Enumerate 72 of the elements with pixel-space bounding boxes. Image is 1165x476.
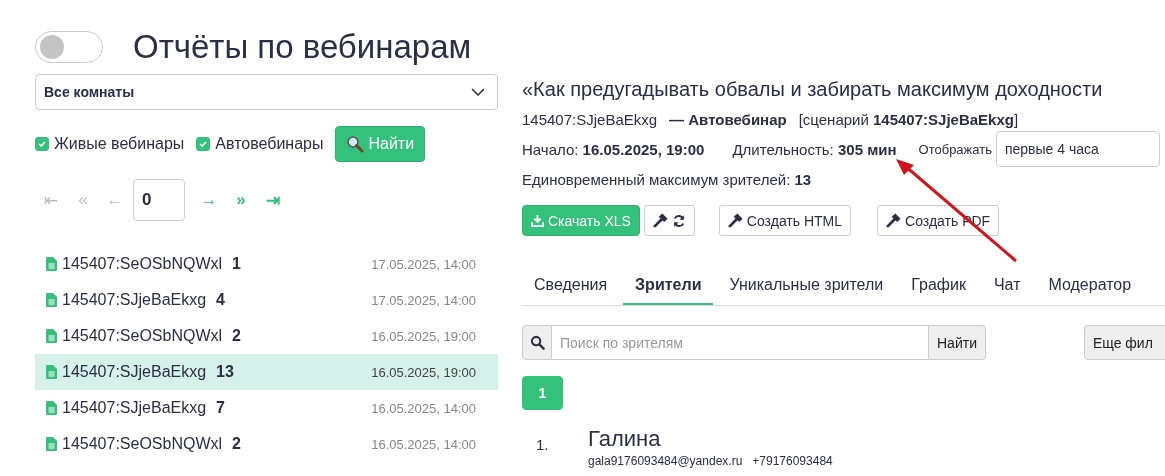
checkbox[interactable]	[196, 137, 211, 151]
viewer-count: 13	[216, 363, 234, 381]
webinar-name: 145407:SJjeBaEkxg	[62, 291, 207, 309]
start-text: Начало: 16.05.2025, 19:00	[522, 140, 705, 158]
viewer-count: 2	[232, 435, 241, 453]
search-button[interactable]: Найти	[928, 325, 986, 360]
file-icon	[46, 437, 57, 451]
webinar-row[interactable]: 145407:SeOSbNQWxl 2 16.05.2025, 19:00	[35, 318, 498, 354]
tab[interactable]: Уникальные зрители	[717, 268, 896, 305]
tab[interactable]: Сведения	[522, 268, 620, 305]
download-icon	[531, 214, 544, 227]
viewer-email: gala9176093484@yandex.ru	[588, 454, 743, 468]
checkbox-label: Автовебинары	[215, 135, 324, 153]
webinar-row[interactable]: 145407:SJjeBaEkxg 4 17.05.2025, 14:00	[35, 282, 498, 318]
tab[interactable]: Модератор	[1036, 268, 1144, 305]
room-select[interactable]: Все комнаты	[35, 74, 498, 110]
more-filters-button[interactable]: Еще фил	[1083, 325, 1165, 360]
create-button[interactable]: Создать HTML	[718, 205, 852, 236]
scenario-text: [сценарий 145407:SJjeBaEkxg]	[798, 110, 1019, 128]
webinar-date: 17.05.2025, 14:00	[371, 256, 476, 272]
tab[interactable]: Чат	[981, 268, 1033, 305]
page-number-field[interactable]: 0	[133, 179, 185, 221]
webinar-date: 16.05.2025, 19:00	[371, 364, 476, 380]
webinar-id: 145407:SJjeBaEkxg	[522, 110, 658, 128]
search-icon	[522, 325, 552, 360]
file-icon	[46, 401, 57, 415]
file-icon	[46, 329, 57, 343]
checkbox[interactable]	[35, 137, 49, 151]
rebuild-button[interactable]	[643, 205, 695, 236]
check-icon	[37, 139, 47, 149]
webinar-date: 16.05.2025, 14:00	[371, 400, 476, 416]
checkbox-label: Живые вебинары	[54, 135, 185, 153]
webinar-row[interactable]: 145407:SJjeBaEkxg 7 16.05.2025, 14:00	[35, 390, 498, 426]
max-viewers-text: Единовременный максимум зрителей: 13	[522, 170, 812, 188]
page-title: Отчёты по вебинарам	[133, 28, 472, 66]
check-icon	[198, 139, 209, 149]
viewer-count: 4	[216, 291, 225, 309]
viewer-name: Галина	[588, 426, 662, 452]
toggle-switch[interactable]	[35, 31, 103, 63]
webinar-row[interactable]: 145407:SeOSbNQWxl 2 16.05.2025, 14:00	[35, 426, 498, 462]
webinar-type: — Автовебинар	[669, 110, 787, 128]
file-icon	[46, 257, 57, 271]
viewer-count: 1	[232, 255, 241, 273]
webinar-row[interactable]: 145407:SeOSbNQWxl 1 17.05.2025, 14:00	[35, 246, 498, 282]
hammer-icon	[652, 213, 668, 228]
webinar-name: 145407:SeOSbNQWxl	[62, 255, 223, 273]
tab[interactable]: График	[899, 268, 978, 305]
search-field[interactable]: Поиск по зрителям	[552, 325, 928, 360]
viewer-count: 2	[232, 327, 241, 345]
chevron-icon	[471, 88, 485, 96]
webinar-row[interactable]: 145407:SJjeBaEkxg 13 16.05.2025, 19:00	[35, 354, 498, 390]
viewer-phone: +79176093484	[752, 454, 833, 468]
webinar-date: 16.05.2025, 14:00	[371, 436, 476, 452]
webinar-date: 16.05.2025, 19:00	[371, 328, 476, 344]
viewer-number: 1.	[535, 435, 550, 455]
tab[interactable]: Зрители	[623, 268, 714, 305]
hammer-icon	[727, 213, 743, 228]
duration-text: Длительность: 305 мин	[732, 140, 897, 158]
file-icon	[46, 365, 57, 379]
webinar-name: 145407:SJjeBaEkxg	[62, 363, 207, 381]
webinar-name: 145407:SeOSbNQWxl	[62, 435, 223, 453]
viewer-count: 7	[216, 399, 225, 417]
hammer-icon	[886, 213, 902, 228]
display-label: Отображать	[918, 141, 992, 157]
webinar-name: 145407:SeOSbNQWxl	[62, 327, 223, 345]
display-select[interactable]: первые 4 часа	[995, 131, 1160, 167]
webinar-name: 145407:SJjeBaEkxg	[62, 399, 207, 417]
webinar-title: «Как предугадывать обвалы и забирать максимум доходности	[522, 77, 1104, 102]
file-icon	[46, 293, 57, 307]
search-icon	[346, 135, 365, 153]
webinar-date: 17.05.2025, 14:00	[371, 292, 476, 308]
refresh-icon	[671, 213, 686, 228]
